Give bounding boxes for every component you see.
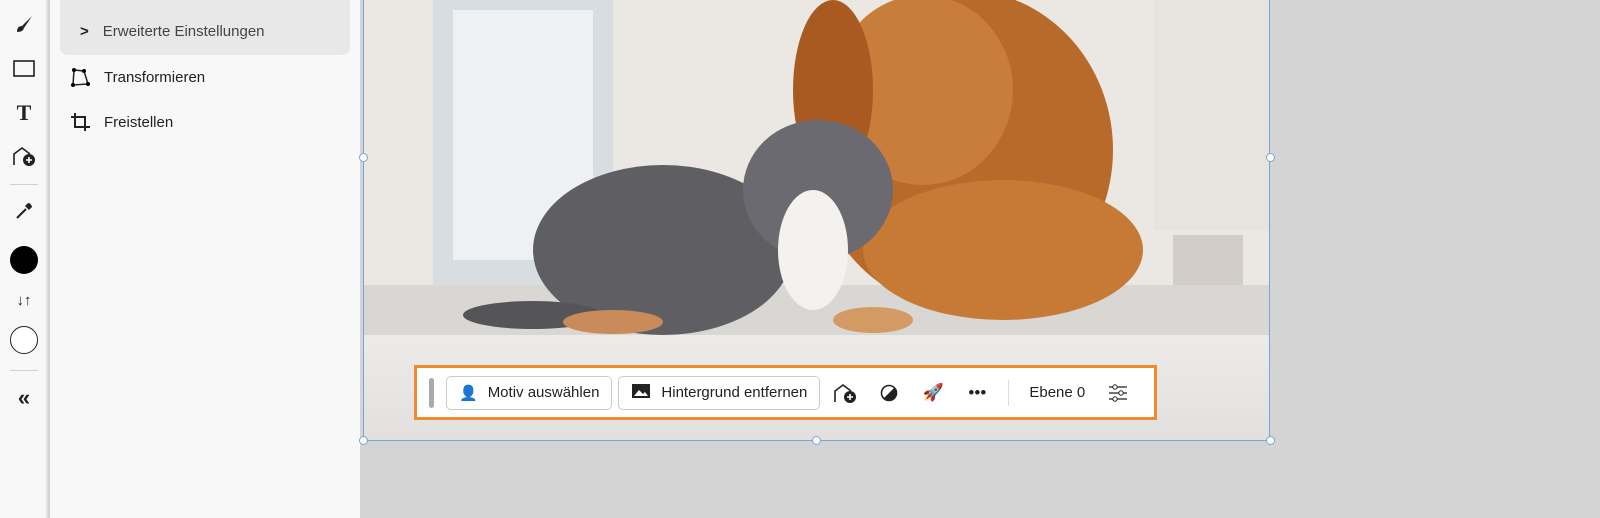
contextual-task-bar: 👤 Motiv auswählen Hintergrund entfernen 🚀… <box>414 365 1157 420</box>
swap-colors-icon[interactable]: ↓↑ <box>4 284 44 316</box>
rectangle-icon[interactable] <box>4 53 44 85</box>
brush-icon[interactable] <box>4 8 44 40</box>
transform-item[interactable]: Transformieren <box>70 67 205 87</box>
quick-actions-rocket-icon[interactable]: 🚀 <box>914 376 952 410</box>
resize-handle[interactable] <box>1266 436 1275 445</box>
transform-label: Transformieren <box>104 68 206 86</box>
remove-background-label: Hintergrund entfernen <box>661 384 808 401</box>
advanced-settings-label: Erweiterte Einstellungen <box>102 23 265 40</box>
divider <box>10 370 38 371</box>
properties-sliders-icon[interactable] <box>1099 376 1137 410</box>
resize-handle[interactable] <box>812 436 821 445</box>
select-subject-label: Motiv auswählen <box>487 384 600 401</box>
more-options-icon[interactable]: ••• <box>958 376 996 410</box>
advanced-settings-toggle[interactable]: > Erweiterte Einstellungen <box>60 0 350 55</box>
collapse-icon[interactable]: « <box>4 382 44 414</box>
transform-icon <box>71 68 90 87</box>
eyedropper-icon[interactable] <box>4 195 44 227</box>
divider <box>10 184 38 185</box>
chevron-right-icon: > <box>80 23 89 40</box>
resize-handle[interactable] <box>359 153 368 162</box>
layer-name[interactable]: Ebene 0 <box>1021 384 1093 401</box>
add-image-icon[interactable] <box>4 140 44 172</box>
image-icon <box>631 383 651 403</box>
adjustment-icon[interactable] <box>870 376 908 410</box>
generative-fill-icon[interactable] <box>826 376 864 410</box>
resize-handle[interactable] <box>1266 153 1275 162</box>
resize-handle[interactable] <box>359 436 368 445</box>
divider <box>1008 379 1010 406</box>
properties-panel: > Erweiterte Einstellungen Transformieren… <box>50 0 360 518</box>
remove-background-button[interactable]: Hintergrund entfernen <box>618 375 821 410</box>
select-subject-button[interactable]: 👤 Motiv auswählen <box>446 375 613 410</box>
crop-label: Freistellen <box>104 113 174 131</box>
person-select-icon: 👤 <box>459 384 478 402</box>
crop-item[interactable]: Freistellen <box>70 112 173 132</box>
left-toolbar: T ↓↑ « <box>0 0 48 518</box>
background-color-swatch[interactable] <box>4 324 44 356</box>
foreground-color-swatch[interactable] <box>4 244 44 276</box>
drag-handle[interactable] <box>429 377 434 408</box>
crop-icon <box>71 113 90 131</box>
text-icon[interactable]: T <box>4 97 44 129</box>
